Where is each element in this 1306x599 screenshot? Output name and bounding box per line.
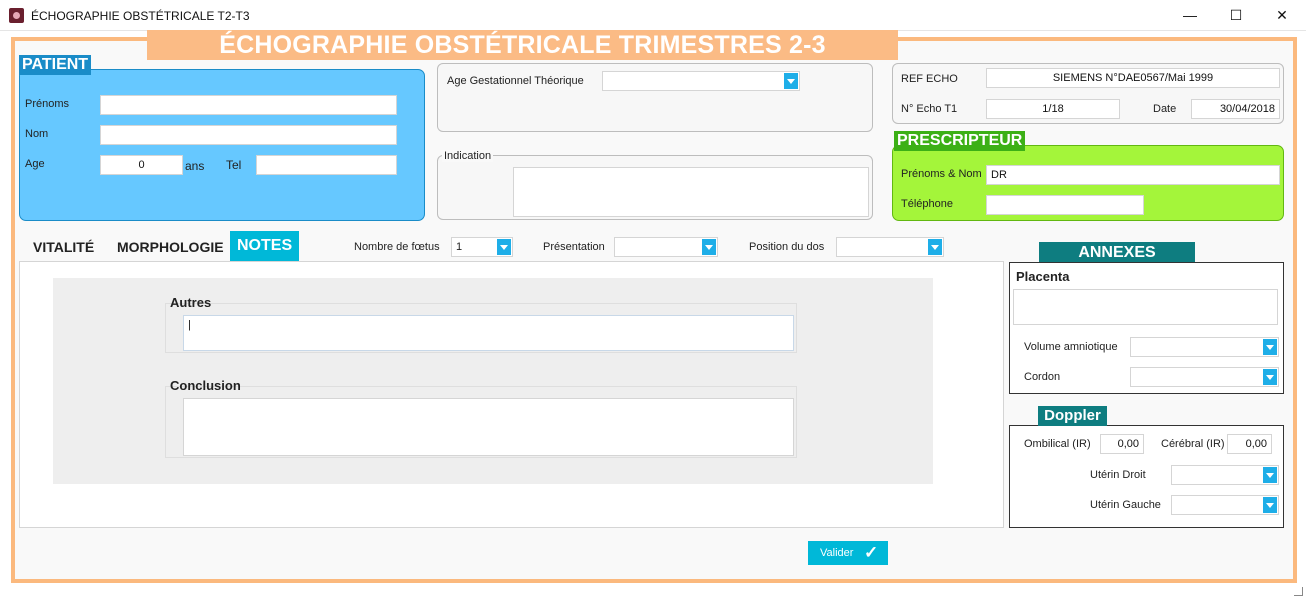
conclusion-label: Conclusion	[170, 378, 241, 393]
age-gestationnel-label: Age Gestationnel Théorique	[447, 75, 584, 87]
num-echo-label: N° Echo T1	[901, 103, 958, 115]
window-title: ÉCHOGRAPHIE OBSTÉTRICALE T2-T3	[31, 9, 250, 23]
patient-prenoms-input[interactable]	[100, 95, 397, 115]
ref-echo-input[interactable]: SIEMENS N°DAE0567/Mai 1999	[986, 68, 1280, 88]
indication-textarea[interactable]	[513, 167, 869, 217]
chevron-down-icon	[784, 73, 798, 89]
cordon-label: Cordon	[1024, 371, 1061, 383]
tab-notes[interactable]: NOTES	[230, 231, 300, 261]
annexes-title: ANNEXES	[1039, 242, 1195, 263]
uterin-gauche-select[interactable]	[1171, 495, 1279, 515]
prescripteur-tel-input[interactable]	[986, 195, 1144, 215]
foetus-select[interactable]: 1	[451, 237, 513, 257]
uterin-droit-label: Utérin Droit	[1090, 469, 1146, 481]
placenta-textarea[interactable]	[1013, 289, 1278, 325]
volume-amniotique-label: Volume amniotique	[1024, 341, 1118, 353]
prescripteur-title: PRESCRIPTEUR	[894, 131, 1026, 151]
date-label: Date	[1153, 103, 1177, 115]
chevron-down-icon	[497, 239, 511, 255]
ref-echo-label: REF ECHO	[901, 73, 958, 85]
presentation-label: Présentation	[543, 241, 605, 253]
placenta-label: Placenta	[1016, 269, 1070, 284]
chevron-down-icon	[1263, 339, 1277, 355]
volume-amniotique-select[interactable]	[1130, 337, 1279, 357]
chevron-down-icon	[1263, 497, 1277, 513]
foetus-value: 1	[456, 241, 463, 253]
chevron-down-icon	[928, 239, 942, 255]
chevron-down-icon	[1263, 467, 1277, 483]
indication-label: Indication	[442, 150, 494, 162]
uterin-droit-select[interactable]	[1171, 465, 1279, 485]
ombilical-label: Ombilical (IR)	[1024, 438, 1091, 450]
valider-button[interactable]: Valider ✓	[808, 541, 888, 565]
patient-age-input[interactable]: 0	[100, 155, 183, 175]
date-input[interactable]: 30/04/2018	[1191, 99, 1280, 119]
valider-label: Valider	[820, 547, 854, 559]
nom-label: Nom	[25, 128, 49, 140]
conclusion-textarea[interactable]	[183, 398, 794, 456]
num-echo-input[interactable]: 1/18	[986, 99, 1120, 119]
app-icon	[9, 8, 24, 23]
chevron-down-icon	[1263, 369, 1277, 385]
page-title: ÉCHOGRAPHIE OBSTÉTRICALE TRIMESTRES 2-3	[147, 30, 898, 60]
checkmark-icon: ✓	[864, 543, 879, 562]
uterin-gauche-label: Utérin Gauche	[1090, 499, 1161, 511]
tab-vitalite[interactable]: VITALITÉ	[33, 232, 94, 262]
dos-select[interactable]	[836, 237, 944, 257]
close-button[interactable]: ✕	[1259, 0, 1305, 31]
resize-grip-icon[interactable]	[1294, 587, 1303, 596]
patient-panel	[19, 69, 425, 221]
prenoms-label: Prénoms	[25, 98, 70, 110]
age-gestationnel-select[interactable]	[602, 71, 800, 91]
tel-label: Tel	[226, 158, 242, 172]
autres-label: Autres	[170, 295, 212, 310]
cordon-select[interactable]	[1130, 367, 1279, 387]
patient-title: PATIENT	[19, 55, 92, 75]
presentation-select[interactable]	[614, 237, 718, 257]
autres-textarea[interactable]: |	[183, 315, 794, 351]
maximize-button[interactable]: ☐	[1213, 0, 1259, 31]
minimize-button[interactable]: —	[1167, 0, 1213, 31]
cerebral-label: Cérébral (IR)	[1161, 438, 1225, 450]
patient-nom-input[interactable]	[100, 125, 397, 145]
doppler-title: Doppler	[1038, 406, 1107, 426]
dos-label: Position du dos	[749, 241, 825, 253]
age-label: Age	[25, 158, 45, 170]
prescripteur-nom-label: Prénoms & Nom	[901, 168, 982, 180]
prescripteur-nom-input[interactable]: DR	[986, 165, 1280, 185]
tab-morphologie[interactable]: MORPHOLOGIE	[117, 232, 224, 262]
prescripteur-tel-label: Téléphone	[901, 198, 953, 210]
chevron-down-icon	[702, 239, 716, 255]
foetus-label: Nombre de fœtus	[354, 241, 440, 253]
patient-tel-input[interactable]	[256, 155, 397, 175]
ombilical-input[interactable]: 0,00	[1100, 434, 1144, 454]
age-unit-label: ans	[185, 159, 205, 173]
cerebral-input[interactable]: 0,00	[1227, 434, 1272, 454]
